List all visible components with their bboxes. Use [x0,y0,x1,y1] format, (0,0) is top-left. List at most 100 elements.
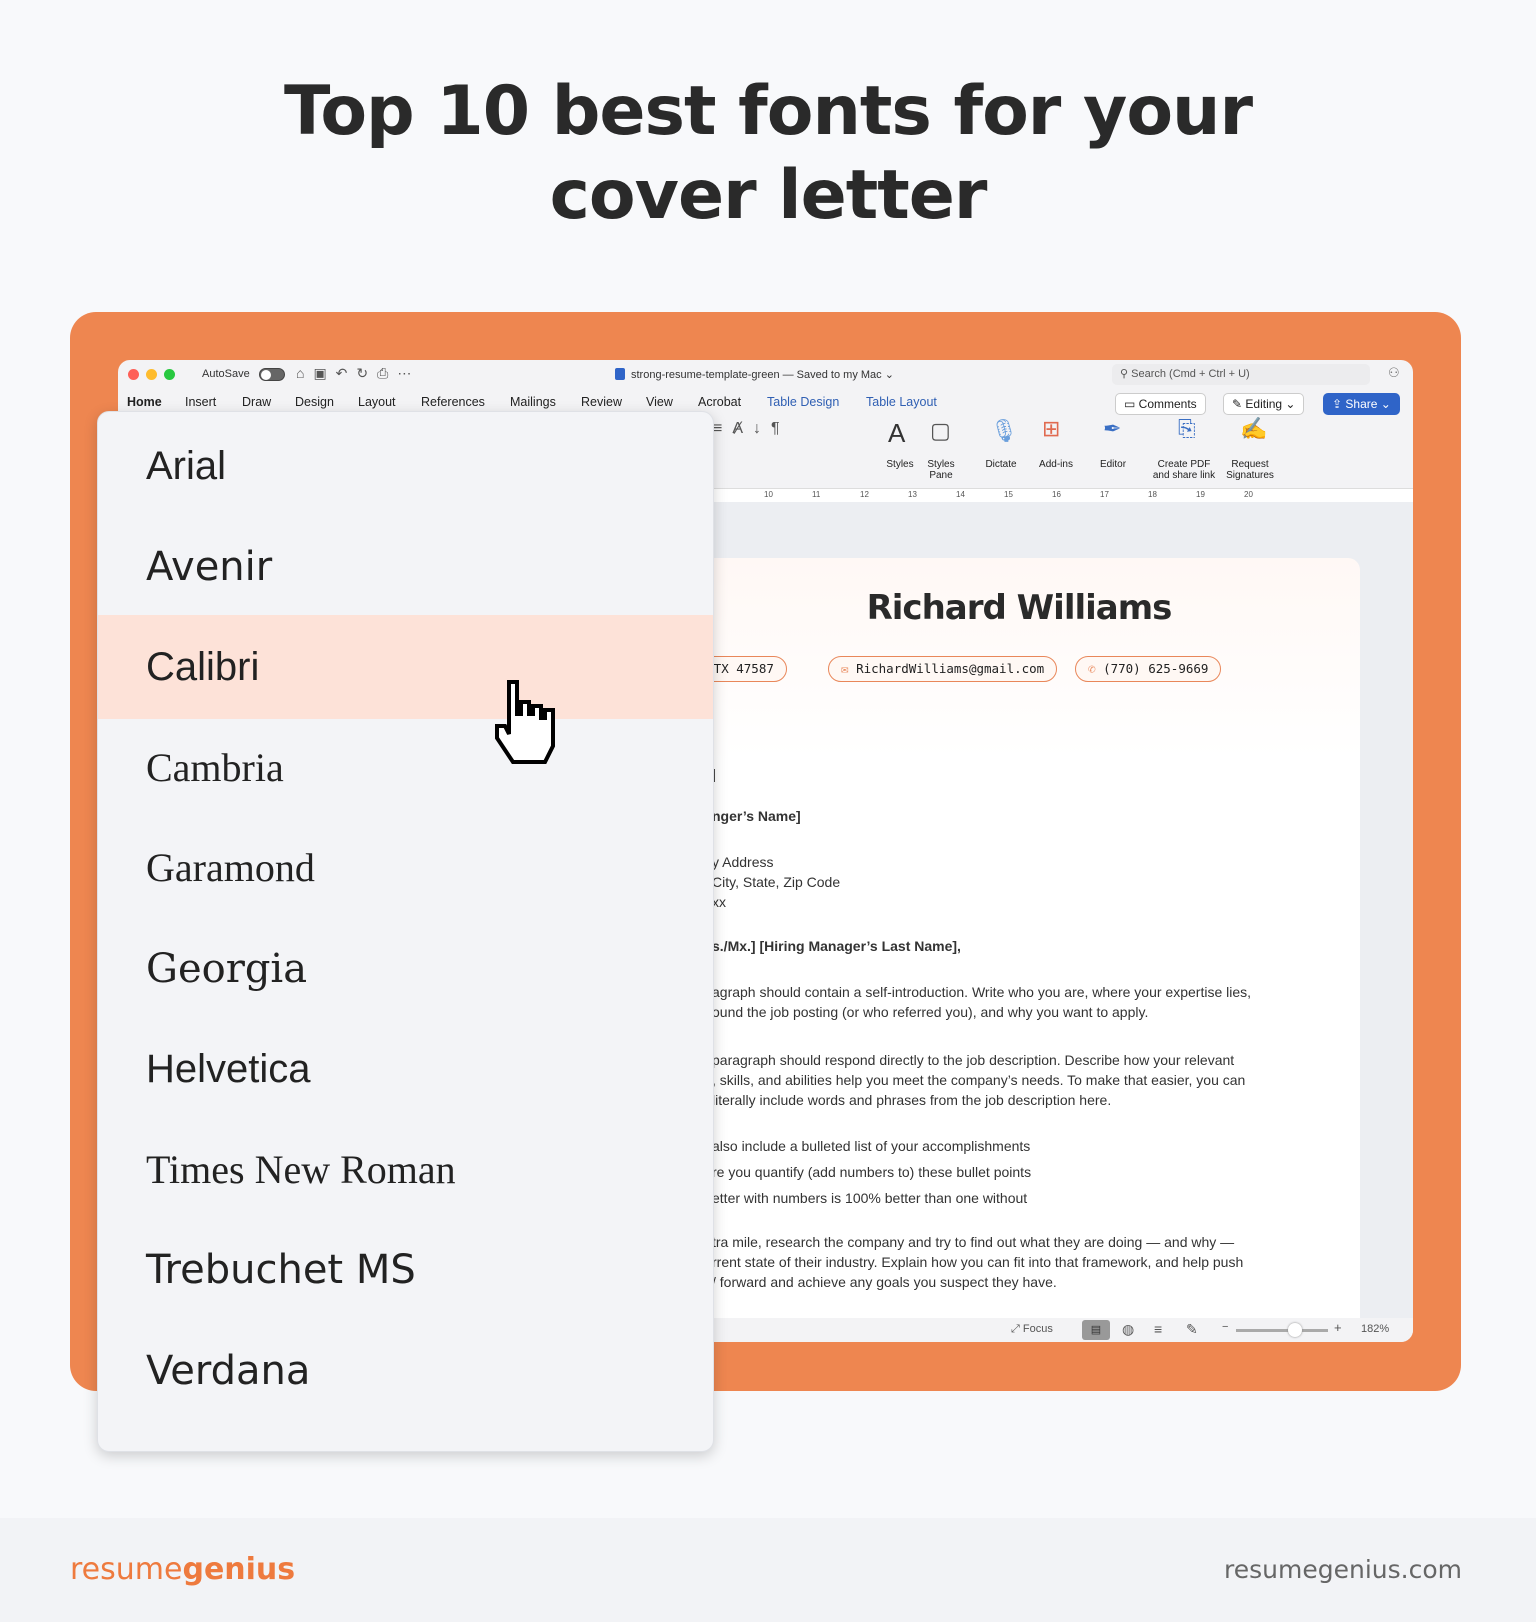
document-line: also include a bulleted list of your acc… [712,1138,1031,1154]
pencil-icon: ✎ [1232,397,1246,411]
document-page: Richard Williams uston, TX 47587 ✉ Richa… [678,558,1360,1318]
signature-icon[interactable]: ✍ [1240,416,1267,442]
tab-table-design[interactable]: Table Design [767,395,839,409]
site-url[interactable]: resumegenius.com [1224,1555,1462,1584]
document-line: City, State, Zip Code [712,874,841,890]
account-icon[interactable]: ⚇ [1388,365,1400,381]
page-title: Top 10 best fonts for your cover letter [283,72,1253,235]
phone-icon: ✆ [1088,661,1104,676]
maximize-button[interactable] [164,369,175,380]
addins-icon[interactable]: ⊞ [1042,416,1060,442]
font-option-trebuchet-ms[interactable]: Trebuchet MS [98,1218,713,1322]
font-option-georgia[interactable]: Georgia [98,917,713,1021]
ruler-tick-label: 15 [1004,490,1013,499]
paragraph-tools[interactable]: ≡Ⱥ↓¶ [713,420,790,438]
font-dropdown: Arial Avenir Calibri Cambria Garamond Georgia… [97,411,714,1452]
zoom-slider-thumb[interactable] [1288,1323,1302,1337]
share-label: Share ⌄ [1345,397,1391,411]
comments-button[interactable]: ▭ Comments [1115,393,1206,415]
tab-review[interactable]: Review [581,395,622,409]
web-layout-icon[interactable]: ◍ [1122,1321,1134,1338]
styles-button[interactable]: Styles [880,459,920,470]
ruler-tick-label: 19 [1196,490,1205,499]
comments-label: Comments [1138,397,1197,411]
editor-button[interactable]: Editor [1093,459,1133,470]
styles-pane-icon[interactable]: ▢ [930,418,951,444]
email-text: RichardWilliams@gmail.com [856,661,1045,676]
resumegenius-logo[interactable]: resumegenius [70,1552,295,1587]
ruler-tick-label: 20 [1244,490,1253,499]
font-option-helvetica[interactable]: Helvetica [98,1017,713,1121]
zoom-out-button[interactable]: − [1222,1321,1228,1333]
document-title: strong-resume-template-green — Saved to … [631,369,894,381]
ruler-tick-label: 18 [1148,490,1157,499]
ruler-tick-label: 13 [908,490,917,499]
styles-pane-button[interactable]: Styles Pane [923,459,959,481]
zoom-in-button[interactable]: + [1334,1320,1342,1335]
tab-mailings[interactable]: Mailings [510,395,556,409]
document-line: re you quantify (add numbers to) these b… [712,1164,1032,1180]
minimize-button[interactable] [146,369,157,380]
ruler-tick-label: 17 [1100,490,1109,499]
tab-insert[interactable]: Insert [185,395,216,409]
font-option-verdana[interactable]: Verdana [98,1319,713,1423]
document-line: literally include words and phrases from… [712,1092,1112,1108]
font-option-times-new-roman[interactable]: Times New Roman [98,1118,713,1222]
styles-icon[interactable]: A [888,418,905,449]
font-option-avenir[interactable]: Avenir [98,515,713,619]
tab-references[interactable]: References [421,395,485,409]
document-line: nger’s Name] [712,808,801,824]
applicant-name: Richard Williams [866,588,1173,628]
document-line: ound the job posting (or who referred yo… [712,1004,1149,1020]
autosave-toggle[interactable] [259,368,285,381]
search-input[interactable]: ⚲ Search (Cmd + Ctrl + U) [1112,364,1370,385]
document-line: , skills, and abilities help you meet th… [712,1072,1246,1088]
font-option-cambria[interactable]: Cambria [98,716,713,820]
document-line: tra mile, research the company and try t… [712,1234,1235,1250]
share-icon: ⇪ [1332,397,1346,411]
phone-pill: ✆ (770) 625-9669 [1075,656,1222,682]
outline-icon[interactable]: ≡ [1154,1321,1162,1337]
phone-text: (770) 625-9669 [1103,661,1209,676]
create-pdf-button[interactable]: Create PDF and share link [1148,459,1220,481]
microphone-icon[interactable]: 🎙 [990,418,1018,444]
document-line: rrent state of their industry. Explain h… [712,1254,1244,1270]
zoom-level: 182% [1361,1323,1390,1335]
editing-button[interactable]: ✎ Editing ⌄ [1223,393,1305,415]
tab-draw[interactable]: Draw [242,395,271,409]
close-button[interactable] [128,369,139,380]
font-option-garamond[interactable]: Garamond [98,816,713,920]
search-icon: ⚲ [1120,368,1132,380]
font-option-arial[interactable]: Arial [98,414,713,518]
tab-layout[interactable]: Layout [358,395,396,409]
zoom-slider[interactable] [1236,1323,1328,1337]
share-button[interactable]: ⇪ Share ⌄ [1323,393,1400,415]
envelope-icon: ✉ [841,661,857,676]
request-signatures-button[interactable]: Request Signatures [1222,459,1278,481]
focus-button[interactable]: ⤢ Focus [1011,1323,1053,1336]
ruler-tick-label: 11 [812,490,821,499]
quick-access-icons[interactable]: ⌂▣↶↻⎙⋯ [296,365,420,382]
email-pill: ✉ RichardWilliams@gmail.com [828,656,1058,682]
tab-home[interactable]: Home [127,395,162,409]
ruler-tick-label: 10 [764,490,773,499]
pdf-icon[interactable]: ⎘ [1178,416,1196,442]
addins-button[interactable]: Add-ins [1036,459,1076,470]
font-option-calibri[interactable]: Calibri [98,615,713,719]
document-line: etter with numbers is 100% better than o… [712,1190,1028,1206]
hand-cursor-icon [495,680,555,764]
print-layout-icon[interactable]: ▤ [1082,1320,1110,1340]
document-line: paragraph should respond directly to the… [712,1052,1235,1068]
editor-icon[interactable]: ✒ [1103,416,1121,442]
tab-acrobat[interactable]: Acrobat [698,395,741,409]
focus-label: Focus [1022,1323,1053,1335]
document-line: y Address [712,854,774,870]
tab-design[interactable]: Design [295,395,334,409]
autosave-label: AutoSave [202,368,250,380]
dictate-button[interactable]: Dictate [976,459,1026,470]
document-line: xx [712,894,726,910]
tab-table-layout[interactable]: Table Layout [866,395,937,409]
tab-view[interactable]: View [646,395,673,409]
draft-icon[interactable]: ✎ [1186,1321,1198,1338]
ruler-tick-label: 14 [956,490,965,499]
